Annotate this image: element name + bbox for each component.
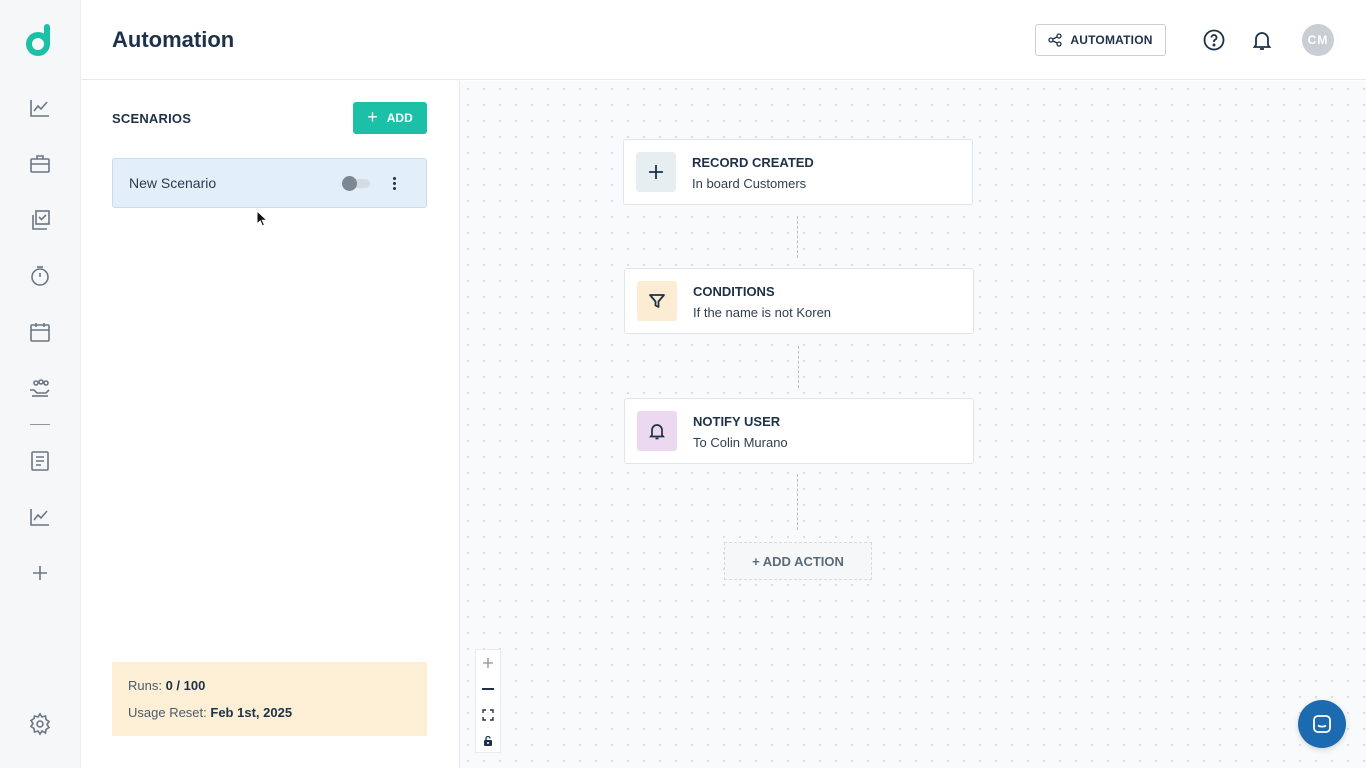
runs-label: Runs: [128, 678, 162, 693]
usage-reset-label: Usage Reset: [128, 705, 207, 720]
node-title: CONDITIONS [693, 284, 775, 299]
scenario-toggle[interactable] [342, 176, 371, 191]
top-header: Automation AUTOMATION CM [81, 0, 1366, 80]
chart-icon[interactable] [28, 505, 52, 529]
connector-line [797, 474, 798, 530]
automation-button[interactable]: AUTOMATION [1035, 24, 1166, 56]
timer-icon[interactable] [28, 264, 52, 288]
node-title: NOTIFY USER [693, 414, 781, 429]
plus-icon [636, 152, 676, 192]
zoom-out-icon[interactable] [476, 676, 500, 702]
notification-bell-icon[interactable] [1250, 28, 1274, 52]
fit-view-icon[interactable] [476, 702, 500, 728]
more-options-icon[interactable] [388, 174, 400, 192]
node-subtitle: In board Customers [692, 176, 807, 191]
node-subtitle: If the name is not Koren [693, 305, 832, 320]
scenario-name: New Scenario [129, 175, 217, 191]
connector-line [798, 346, 799, 388]
node-title: RECORD CREATED [692, 155, 814, 170]
node-subtitle: To Colin Murano [693, 435, 788, 450]
usage-reset-row: Usage Reset: Feb 1st, 2025 [128, 705, 292, 720]
zoom-controls [475, 649, 501, 753]
usage-reset-value: Feb 1st, 2025 [210, 705, 293, 720]
left-rail [0, 0, 81, 768]
analytics-icon[interactable] [28, 96, 52, 120]
connector-line [797, 216, 798, 258]
mouse-cursor-icon [256, 210, 268, 227]
scenarios-title: SCENARIOS [112, 111, 192, 126]
lock-icon[interactable] [476, 728, 500, 754]
settings-icon[interactable] [28, 712, 52, 736]
chat-launcher-icon[interactable] [1298, 700, 1346, 748]
automation-button-label: AUTOMATION [1070, 33, 1153, 47]
team-icon[interactable] [28, 376, 52, 400]
usage-box: Runs: 0 / 100 Usage Reset: Feb 1st, 2025 [112, 662, 427, 736]
tasks-icon[interactable] [28, 208, 52, 232]
add-icon[interactable] [28, 561, 52, 585]
briefcase-icon[interactable] [28, 152, 52, 176]
add-scenario-label: ADD [386, 111, 413, 125]
add-scenario-button[interactable]: + ADD [353, 102, 427, 134]
scenario-item[interactable]: New Scenario [112, 158, 427, 208]
add-action-button[interactable]: + ADD ACTION [724, 542, 872, 580]
flow-canvas[interactable]: RECORD CREATED In board Customers CONDIT… [460, 81, 1366, 768]
runs-row: Runs: 0 / 100 [128, 678, 205, 693]
filter-icon [637, 281, 677, 321]
notify-user-node[interactable]: NOTIFY USER To Colin Murano [624, 398, 974, 464]
document-icon[interactable] [28, 449, 52, 473]
share-nodes-icon [1048, 33, 1063, 47]
plus-icon: + [367, 107, 378, 127]
calendar-icon[interactable] [28, 320, 52, 344]
runs-value: 0 / 100 [165, 678, 206, 693]
help-icon[interactable] [1202, 28, 1226, 52]
bell-icon [637, 411, 677, 451]
zoom-in-icon[interactable] [476, 650, 500, 676]
conditions-node[interactable]: CONDITIONS If the name is not Koren [624, 268, 974, 334]
user-avatar[interactable]: CM [1302, 24, 1334, 56]
trigger-node[interactable]: RECORD CREATED In board Customers [623, 139, 973, 205]
rail-divider [30, 424, 50, 425]
scenarios-panel: SCENARIOS + ADD New Scenario Runs: 0 / 1… [81, 81, 460, 768]
toggle-knob [342, 176, 357, 191]
logo-icon[interactable] [24, 24, 56, 56]
page-title: Automation [112, 27, 235, 52]
